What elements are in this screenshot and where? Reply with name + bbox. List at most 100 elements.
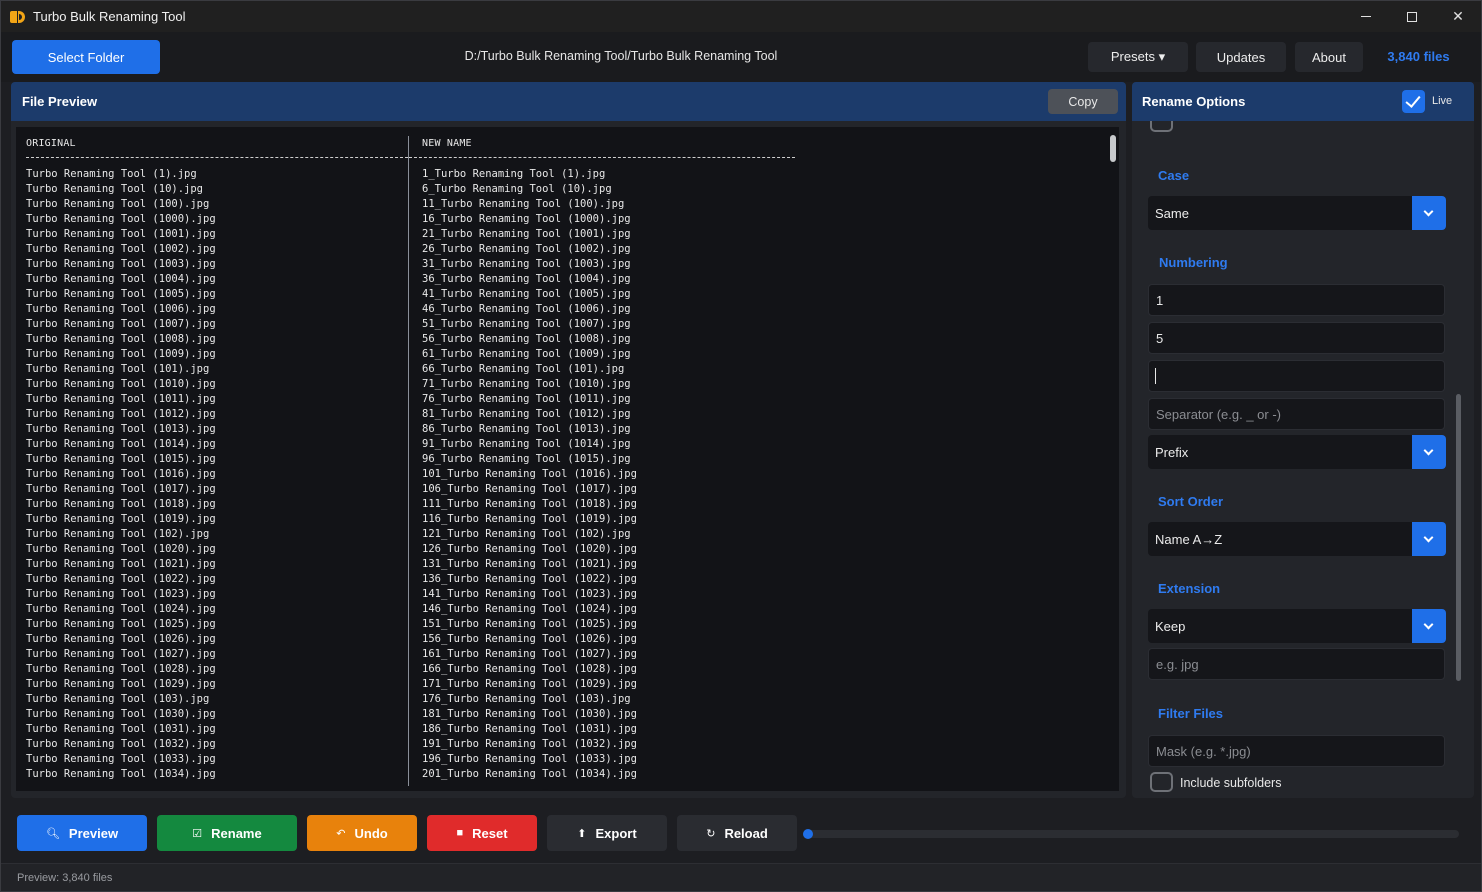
original-filename: Turbo Renaming Tool (1011).jpg — [26, 393, 216, 405]
file-preview-list[interactable]: ORIGINAL Turbo Renaming Tool (1).jpg Turb… — [16, 127, 1119, 791]
export-button[interactable]: ⬆ Export — [547, 815, 667, 851]
original-filename: Turbo Renaming Tool (1006).jpg — [26, 303, 216, 315]
numbering-position-value: Prefix — [1155, 445, 1189, 460]
maximize-icon[interactable] — [1389, 1, 1435, 32]
header-rule-original — [26, 157, 408, 158]
new-filename: 86_Turbo Renaming Tool (1013).jpg — [422, 423, 631, 435]
original-filename: Turbo Renaming Tool (1027).jpg — [26, 648, 216, 660]
new-filename: 21_Turbo Renaming Tool (1001).jpg — [422, 228, 631, 240]
new-filename: 71_Turbo Renaming Tool (1010).jpg — [422, 378, 631, 390]
sort-order-section-title: Sort Order — [1158, 494, 1224, 509]
original-filename: Turbo Renaming Tool (1001).jpg — [26, 228, 216, 240]
original-filename: Turbo Renaming Tool (103).jpg — [26, 693, 210, 705]
progress-knob — [803, 829, 813, 839]
exif-date-checkbox[interactable] — [1150, 121, 1173, 132]
new-filename: 1_Turbo Renaming Tool (1).jpg — [422, 168, 606, 180]
new-name-column-header: NEW NAME — [422, 138, 472, 149]
numbering-start-input[interactable]: 1 — [1148, 284, 1445, 316]
new-filename: 156_Turbo Renaming Tool (1026).jpg — [422, 633, 637, 645]
original-column-header: ORIGINAL — [26, 138, 76, 149]
original-filename: Turbo Renaming Tool (1026).jpg — [26, 633, 216, 645]
filter-mask-input[interactable]: Mask (e.g. *.jpg) — [1148, 735, 1445, 767]
copy-button[interactable]: Copy — [1048, 89, 1118, 114]
original-filename: Turbo Renaming Tool (1016).jpg — [26, 468, 216, 480]
extension-value: Keep — [1155, 619, 1186, 634]
new-filename: 11_Turbo Renaming Tool (100).jpg — [422, 198, 625, 210]
new-filename: 171_Turbo Renaming Tool (1029).jpg — [422, 678, 637, 690]
original-filename: Turbo Renaming Tool (1015).jpg — [26, 453, 216, 465]
case-section-title: Case — [1158, 168, 1190, 183]
undo-label: Undo — [354, 825, 388, 841]
new-filename: 121_Turbo Renaming Tool (102).jpg — [422, 528, 631, 540]
select-folder-button[interactable]: Select Folder — [12, 40, 160, 74]
original-filename: Turbo Renaming Tool (1012).jpg — [26, 408, 216, 420]
extension-input[interactable]: e.g. jpg — [1148, 648, 1445, 680]
new-filename: 181_Turbo Renaming Tool (1030).jpg — [422, 708, 637, 720]
close-icon[interactable]: ✕ — [1435, 1, 1481, 32]
chevron-down-icon[interactable] — [1412, 435, 1446, 469]
new-filename: 186_Turbo Renaming Tool (1031).jpg — [422, 723, 637, 735]
include-subfolders-checkbox[interactable] — [1150, 772, 1173, 792]
live-label: Live — [1432, 95, 1453, 107]
updates-button[interactable]: Updates — [1196, 42, 1286, 72]
new-filename: 131_Turbo Renaming Tool (1021).jpg — [422, 558, 637, 570]
new-filename: 126_Turbo Renaming Tool (1020).jpg — [422, 543, 637, 555]
new-filename: 136_Turbo Renaming Tool (1022).jpg — [422, 573, 637, 585]
original-filename: Turbo Renaming Tool (1007).jpg — [26, 318, 216, 330]
chevron-down-icon[interactable] — [1412, 609, 1446, 643]
about-button[interactable]: About — [1295, 42, 1363, 72]
preview-scrollbar-thumb[interactable] — [1110, 135, 1116, 162]
reload-button[interactable]: ↻ Reload — [677, 815, 797, 851]
original-filename: Turbo Renaming Tool (1013).jpg — [26, 423, 216, 435]
sort-order-value: Name A→Z — [1155, 532, 1223, 547]
live-checkbox[interactable] — [1402, 90, 1425, 113]
new-filename: 61_Turbo Renaming Tool (1009).jpg — [422, 348, 631, 360]
case-value: Same — [1155, 206, 1189, 221]
file-preview-title: File Preview — [22, 94, 98, 109]
numbering-padding-input[interactable] — [1148, 360, 1445, 392]
original-filename: Turbo Renaming Tool (1017).jpg — [26, 483, 216, 495]
new-filename: 116_Turbo Renaming Tool (1019).jpg — [422, 513, 637, 525]
extension-select[interactable]: Keep — [1148, 609, 1446, 643]
include-subfolders-label: Include subfolders — [1180, 776, 1282, 790]
options-scrollbar-thumb[interactable] — [1456, 394, 1461, 681]
new-filename: 111_Turbo Renaming Tool (1018).jpg — [422, 498, 637, 510]
rename-label: Rename — [211, 825, 262, 841]
original-filename: Turbo Renaming Tool (1024).jpg — [26, 603, 216, 615]
new-filename: 161_Turbo Renaming Tool (1027).jpg — [422, 648, 637, 660]
new-filename: 56_Turbo Renaming Tool (1008).jpg — [422, 333, 631, 345]
new-filename: 101_Turbo Renaming Tool (1016).jpg — [422, 468, 637, 480]
original-filename: Turbo Renaming Tool (1023).jpg — [26, 588, 216, 600]
original-filename: Turbo Renaming Tool (1019).jpg — [26, 513, 216, 525]
new-filename: 81_Turbo Renaming Tool (1012).jpg — [422, 408, 631, 420]
original-filename: Turbo Renaming Tool (100).jpg — [26, 198, 210, 210]
chevron-down-icon[interactable] — [1412, 196, 1446, 230]
minimize-icon[interactable] — [1343, 1, 1389, 32]
new-filename: 166_Turbo Renaming Tool (1028).jpg — [422, 663, 637, 675]
preview-button[interactable]: 🔍︎ Preview — [17, 815, 147, 851]
new-filename: 66_Turbo Renaming Tool (101).jpg — [422, 363, 625, 375]
header-rule-new — [409, 157, 795, 158]
rename-button[interactable]: ☑ Rename — [157, 815, 297, 851]
search-icon: 🔍︎ — [45, 827, 60, 840]
action-bar: 🔍︎ Preview ☑ Rename ↶ Undo ■ Reset ⬆ Exp… — [1, 806, 1481, 861]
original-filename: Turbo Renaming Tool (1030).jpg — [26, 708, 216, 720]
original-filename: Turbo Renaming Tool (101).jpg — [26, 363, 210, 375]
top-toolbar: Select Folder D:/Turbo Bulk Renaming Too… — [1, 32, 1481, 82]
sort-order-select[interactable]: Name A→Z — [1148, 522, 1446, 556]
presets-button[interactable]: Presets ▾ — [1088, 42, 1188, 72]
numbering-position-select[interactable]: Prefix — [1148, 435, 1446, 469]
case-select[interactable]: Same — [1148, 196, 1446, 230]
new-filename: 151_Turbo Renaming Tool (1025).jpg — [422, 618, 637, 630]
new-filename: 31_Turbo Renaming Tool (1003).jpg — [422, 258, 631, 270]
file-count-badge: 3,840 files — [1387, 49, 1450, 64]
reset-button[interactable]: ■ Reset — [427, 815, 537, 851]
original-filename: Turbo Renaming Tool (1014).jpg — [26, 438, 216, 450]
column-divider — [408, 136, 409, 786]
separator-input[interactable]: Separator (e.g. _ or -) — [1148, 398, 1445, 430]
chevron-down-icon[interactable] — [1412, 522, 1446, 556]
numbering-step-input[interactable]: 5 — [1148, 322, 1445, 354]
new-filename: 26_Turbo Renaming Tool (1002).jpg — [422, 243, 631, 255]
undo-button[interactable]: ↶ Undo — [307, 815, 417, 851]
new-filename: 16_Turbo Renaming Tool (1000).jpg — [422, 213, 631, 225]
